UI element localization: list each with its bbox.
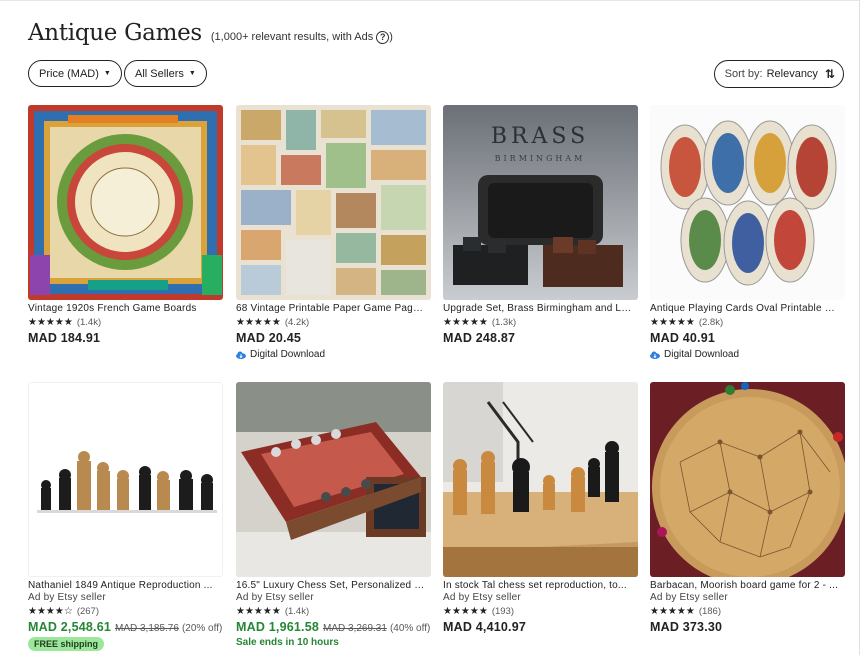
review-count: (1.3k) bbox=[491, 316, 517, 328]
listing-card[interactable]: 68 Vintage Printable Paper Game Pages...… bbox=[236, 105, 431, 360]
price-row: MAD 248.87 bbox=[443, 331, 638, 345]
digital-download-tag: Digital Download bbox=[650, 349, 845, 360]
sort-arrows-icon: ⇅ bbox=[824, 67, 835, 81]
listing-image-brass-birmingham[interactable]: BRASS BIRMINGHAM bbox=[443, 105, 638, 300]
listing-image-barbacan-board-game[interactable] bbox=[650, 382, 845, 577]
listing-price: MAD 40.91 bbox=[650, 331, 716, 345]
listing-image-tal-chess-set[interactable] bbox=[443, 382, 638, 577]
caret-down-icon: ▼ bbox=[188, 70, 196, 77]
sort-value: Relevancy bbox=[766, 68, 818, 80]
review-count: (193) bbox=[491, 605, 515, 617]
ad-label: Ad by Etsy seller bbox=[28, 592, 106, 603]
price-row: MAD 20.45 bbox=[236, 331, 431, 345]
price-row: MAD 4,410.97 bbox=[443, 620, 638, 634]
price-filter-label: Price (MAD) bbox=[39, 67, 99, 80]
listing-image-nathaniel-chess-set[interactable] bbox=[28, 382, 223, 577]
listing-title[interactable]: 16.5" Luxury Chess Set, Personalized W..… bbox=[236, 580, 427, 591]
review-count: (267) bbox=[76, 605, 100, 617]
help-icon[interactable]: ? bbox=[376, 30, 390, 44]
review-count: (4.2k) bbox=[284, 316, 310, 328]
listing-title[interactable]: Nathaniel 1849 Antique Reproduction ... bbox=[28, 580, 219, 591]
sort-button[interactable]: Sort by: Relevancy ⇅ bbox=[713, 60, 844, 88]
review-count: (2.8k) bbox=[698, 316, 724, 328]
rating: ★★★★☆ (267) bbox=[28, 605, 223, 617]
listing-price: MAD 373.30 bbox=[650, 620, 723, 634]
price-row: MAD 40.91 bbox=[650, 331, 845, 345]
sellers-filter-button[interactable]: All Sellers ▼ bbox=[124, 60, 207, 87]
price-row: MAD 2,548.61 MAD 3,185.76 (20% off) bbox=[28, 620, 223, 634]
listing-image-printable-paper-games[interactable] bbox=[236, 105, 431, 300]
review-count: (1.4k) bbox=[76, 316, 102, 328]
review-count: (186) bbox=[698, 605, 722, 617]
star-rating-icon: ★★★★★ bbox=[236, 316, 281, 328]
listing-title[interactable]: Vintage 1920s French Game Boards bbox=[28, 303, 219, 314]
digital-download-label: Digital Download bbox=[250, 349, 326, 360]
listing-image-oval-playing-cards[interactable] bbox=[650, 105, 845, 300]
results-count-text: (1,000+ relevant results, with Ads bbox=[210, 31, 374, 43]
listing-card[interactable]: Antique Playing Cards Oval Printable D..… bbox=[650, 105, 845, 360]
digital-download-tag: Digital Download bbox=[236, 349, 431, 360]
listing-image-french-game-boards[interactable] bbox=[28, 105, 223, 300]
free-shipping-badge: FREE shipping bbox=[28, 637, 104, 651]
page-top-border bbox=[0, 0, 860, 1]
rating: ★★★★★ (2.8k) bbox=[650, 316, 845, 328]
digital-download-label: Digital Download bbox=[664, 349, 740, 360]
original-price: MAD 3,185.76 bbox=[115, 623, 179, 634]
listing-title[interactable]: Antique Playing Cards Oval Printable D..… bbox=[650, 303, 841, 314]
results-count: (1,000+ relevant results, with Ads ? ) bbox=[210, 30, 393, 44]
price-row: MAD 1,961.58 MAD 3,269.31 (40% off) bbox=[236, 620, 431, 634]
star-rating-icon: ★★★★☆ bbox=[28, 605, 73, 617]
listing-card[interactable]: BRASS BIRMINGHAM Upgrade Set, Brass Birm… bbox=[443, 105, 638, 345]
cloud-download-icon bbox=[650, 351, 660, 359]
listing-price: MAD 248.87 bbox=[443, 331, 516, 345]
discount-percent: (40% off) bbox=[389, 623, 431, 634]
star-rating-icon: ★★★★★ bbox=[443, 605, 488, 617]
rating: ★★★★★ (4.2k) bbox=[236, 316, 431, 328]
price-row: MAD 184.91 bbox=[28, 331, 223, 345]
listing-card[interactable]: In stock Tal chess set reproduction, to.… bbox=[443, 382, 638, 634]
sort-label: Sort by: bbox=[724, 68, 763, 80]
ad-label: Ad by Etsy seller bbox=[236, 592, 314, 603]
ad-label: Ad by Etsy seller bbox=[650, 592, 728, 603]
brass-logo-text: BRASS bbox=[491, 124, 589, 149]
rating: ★★★★★ (1.4k) bbox=[28, 316, 223, 328]
cloud-download-icon bbox=[236, 351, 246, 359]
star-rating-icon: ★★★★★ bbox=[28, 316, 73, 328]
listing-title[interactable]: Upgrade Set, Brass Birmingham and La... bbox=[443, 303, 634, 314]
listing-card[interactable]: 16.5" Luxury Chess Set, Personalized W..… bbox=[236, 382, 431, 648]
listing-price: MAD 2,548.61 bbox=[28, 620, 111, 634]
star-rating-icon: ★★★★★ bbox=[650, 605, 695, 617]
listing-image-luxury-chess-set[interactable] bbox=[236, 382, 431, 577]
original-price: MAD 3,269.31 bbox=[323, 623, 387, 634]
listing-price: MAD 4,410.97 bbox=[443, 620, 526, 634]
ad-label: Ad by Etsy seller bbox=[443, 592, 521, 603]
listing-title[interactable]: In stock Tal chess set reproduction, to.… bbox=[443, 580, 634, 591]
rating: ★★★★★ (186) bbox=[650, 605, 845, 617]
rating: ★★★★★ (193) bbox=[443, 605, 638, 617]
page-title: Antique Games bbox=[28, 20, 202, 46]
listing-card[interactable]: Barbacan, Moorish board game for 2 - ...… bbox=[650, 382, 845, 634]
review-count: (1.4k) bbox=[284, 605, 310, 617]
listing-title[interactable]: Barbacan, Moorish board game for 2 - ... bbox=[650, 580, 841, 591]
caret-down-icon: ▼ bbox=[103, 70, 111, 77]
listing-title[interactable]: 68 Vintage Printable Paper Game Pages... bbox=[236, 303, 427, 314]
listing-card[interactable]: Vintage 1920s French Game Boards ★★★★★ (… bbox=[28, 105, 223, 345]
sellers-filter-label: All Sellers bbox=[135, 67, 184, 80]
results-count-close: ) bbox=[389, 31, 393, 43]
listing-price: MAD 20.45 bbox=[236, 331, 302, 345]
rating: ★★★★★ (1.3k) bbox=[443, 316, 638, 328]
listing-card[interactable]: Nathaniel 1849 Antique Reproduction ... … bbox=[28, 382, 223, 652]
star-rating-icon: ★★★★★ bbox=[650, 316, 695, 328]
sale-ends-text: Sale ends in 10 hours bbox=[236, 637, 339, 648]
star-rating-icon: ★★★★★ bbox=[443, 316, 488, 328]
rating: ★★★★★ (1.4k) bbox=[236, 605, 431, 617]
listing-price: MAD 1,961.58 bbox=[236, 620, 319, 634]
price-row: MAD 373.30 bbox=[650, 620, 845, 634]
birmingham-logo-text: BIRMINGHAM bbox=[495, 154, 586, 163]
discount-percent: (20% off) bbox=[181, 623, 223, 634]
results-header: Antique Games (1,000+ relevant results, … bbox=[28, 20, 393, 46]
price-filter-button[interactable]: Price (MAD) ▼ bbox=[28, 60, 122, 87]
listing-price: MAD 184.91 bbox=[28, 331, 101, 345]
star-rating-icon: ★★★★★ bbox=[236, 605, 281, 617]
